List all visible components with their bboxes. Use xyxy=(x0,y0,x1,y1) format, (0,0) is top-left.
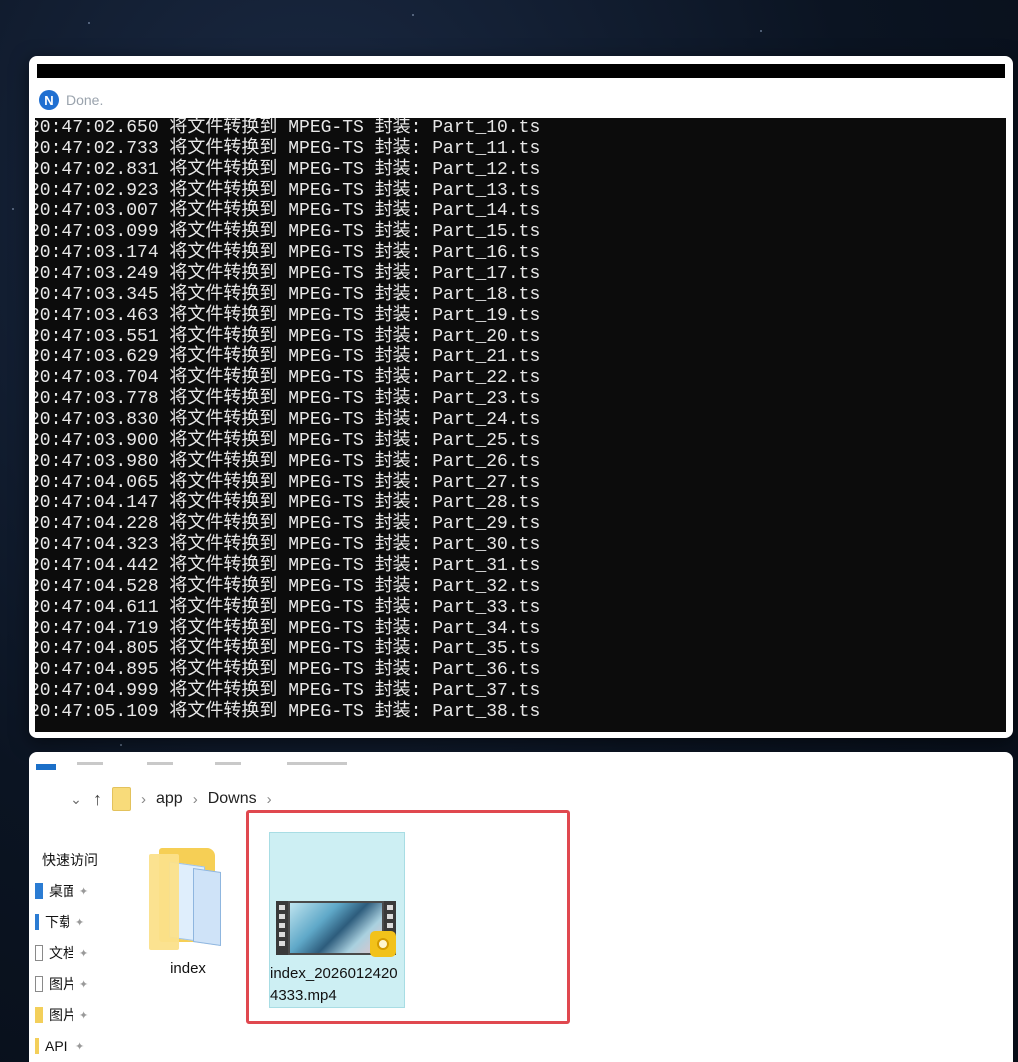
sidebar-item-desktop[interactable]: 桌面 ✦ xyxy=(35,880,88,902)
log-line: 20:47:02.923 将文件转换到 MPEG-TS 封装: Part_13.… xyxy=(35,180,541,201)
log-line: 20:47:04.442 将文件转换到 MPEG-TS 封装: Part_31.… xyxy=(35,556,541,577)
log-line: 20:47:03.174 将文件转换到 MPEG-TS 封装: Part_16.… xyxy=(35,243,541,264)
sidebar-item-label: 图片 xyxy=(49,1007,73,1023)
console-window[interactable]: N Done. 20:47:02.650 将文件转换到 MPEG-TS 封装: … xyxy=(29,56,1013,738)
log-line: 20:47:03.830 将文件转换到 MPEG-TS 封装: Part_24.… xyxy=(35,410,541,431)
address-bar[interactable]: ⌄ ↑ › app › Downs › xyxy=(69,784,272,814)
file-name: index xyxy=(170,960,206,977)
log-line: 20:47:05.109 将文件转换到 MPEG-TS 封装: Part_38.… xyxy=(35,702,541,723)
log-line: 20:47:04.895 将文件转换到 MPEG-TS 封装: Part_36.… xyxy=(35,660,541,681)
console-titlebar[interactable] xyxy=(37,64,1005,78)
log-line: 20:47:03.629 将文件转换到 MPEG-TS 封装: Part_21.… xyxy=(35,347,541,368)
log-line: 20:47:03.778 将文件转换到 MPEG-TS 封装: Part_23.… xyxy=(35,389,541,410)
log-line: 20:47:02.733 将文件转换到 MPEG-TS 封装: Part_11.… xyxy=(35,138,541,159)
log-line: 20:47:03.463 将文件转换到 MPEG-TS 封装: Part_19.… xyxy=(35,305,541,326)
pin-icon: ✦ xyxy=(79,947,89,960)
log-line: 20:47:04.999 将文件转换到 MPEG-TS 封装: Part_37.… xyxy=(35,681,541,702)
log-list: 20:47:02.650 将文件转换到 MPEG-TS 封装: Part_10.… xyxy=(35,118,540,723)
folder-icon xyxy=(35,1038,39,1054)
folder-item-index[interactable]: index xyxy=(141,840,235,990)
log-line: 20:47:04.228 将文件转换到 MPEG-TS 封装: Part_29.… xyxy=(35,514,541,535)
document-icon xyxy=(35,945,43,961)
log-line: 20:47:03.551 将文件转换到 MPEG-TS 封装: Part_20.… xyxy=(35,326,541,347)
folder-icon xyxy=(147,848,223,950)
log-line: 20:47:04.528 将文件转换到 MPEG-TS 封装: Part_32.… xyxy=(35,576,541,597)
quick-access-heading[interactable]: 快速访问 xyxy=(42,850,100,870)
sidebar-item-api[interactable]: API ✦ xyxy=(35,1035,84,1057)
log-line: 20:47:03.099 将文件转换到 MPEG-TS 封装: Part_15.… xyxy=(35,222,541,243)
breadcrumb-item[interactable]: Downs xyxy=(208,790,257,808)
desktop-icon xyxy=(35,883,43,899)
pictures-icon xyxy=(35,976,43,992)
log-line: 20:47:04.805 将文件转换到 MPEG-TS 封装: Part_35.… xyxy=(35,639,541,660)
log-line: 20:47:02.650 将文件转换到 MPEG-TS 封装: Part_10.… xyxy=(35,118,541,138)
status-text: Done. xyxy=(66,92,104,108)
sidebar-item-label: 桌面 xyxy=(49,883,73,899)
pin-icon: ✦ xyxy=(75,916,85,929)
log-line: 20:47:02.831 将文件转换到 MPEG-TS 封装: Part_12.… xyxy=(35,159,541,180)
folder-icon xyxy=(35,1007,43,1023)
pin-icon: ✦ xyxy=(75,1040,85,1053)
pin-icon: ✦ xyxy=(79,885,89,898)
chevron-right-icon[interactable]: › xyxy=(267,791,272,808)
log-line: 20:47:03.249 将文件转换到 MPEG-TS 封装: Part_17.… xyxy=(35,264,541,285)
sidebar-item-downloads[interactable]: 下载 ✦ xyxy=(35,911,84,933)
explorer-app-icon xyxy=(36,764,56,770)
chevron-down-icon[interactable]: ⌄ xyxy=(69,791,83,808)
sidebar-item-label: API xyxy=(45,1038,68,1054)
ribbon-tab-stub[interactable] xyxy=(215,762,241,765)
log-line: 20:47:03.980 将文件转换到 MPEG-TS 封装: Part_26.… xyxy=(35,451,541,472)
sidebar-item-documents[interactable]: 文档 ✦ xyxy=(35,942,88,964)
sidebar-item-pictures[interactable]: 图片 ✦ xyxy=(35,973,88,995)
log-line: 20:47:03.900 将文件转换到 MPEG-TS 封装: Part_25.… xyxy=(35,430,541,451)
log-line: 20:47:03.007 将文件转换到 MPEG-TS 封装: Part_14.… xyxy=(35,201,541,222)
log-line: 20:47:04.147 将文件转换到 MPEG-TS 封装: Part_28.… xyxy=(35,493,541,514)
ribbon-tab-stub[interactable] xyxy=(287,762,347,765)
log-line: 20:47:04.611 将文件转换到 MPEG-TS 封装: Part_33.… xyxy=(35,597,541,618)
explorer-ribbon xyxy=(29,752,1013,774)
download-icon xyxy=(35,914,39,930)
sidebar-item-label: 图片 xyxy=(49,976,73,992)
console-output[interactable]: 20:47:02.650 将文件转换到 MPEG-TS 封装: Part_10.… xyxy=(35,118,1006,732)
log-line: 20:47:04.065 将文件转换到 MPEG-TS 封装: Part_27.… xyxy=(35,472,541,493)
log-line: 20:47:04.719 将文件转换到 MPEG-TS 封装: Part_34.… xyxy=(35,618,541,639)
breadcrumb-item[interactable]: app xyxy=(156,790,183,808)
highlight-annotation xyxy=(246,810,570,1024)
sidebar-item-label: 文档 xyxy=(49,945,73,961)
status-row: N Done. xyxy=(39,86,103,114)
log-line: 20:47:04.323 将文件转换到 MPEG-TS 封装: Part_30.… xyxy=(35,535,541,556)
app-logo-icon: N xyxy=(39,90,59,110)
folder-icon xyxy=(112,787,131,811)
ribbon-tab-stub[interactable] xyxy=(147,762,173,765)
up-arrow-icon[interactable]: ↑ xyxy=(93,789,102,810)
log-line: 20:47:03.345 将文件转换到 MPEG-TS 封装: Part_18.… xyxy=(35,284,541,305)
log-line: 20:47:03.704 将文件转换到 MPEG-TS 封装: Part_22.… xyxy=(35,368,541,389)
sidebar-item-label: 下载 xyxy=(45,914,69,930)
ribbon-tab-stub[interactable] xyxy=(77,762,103,765)
sidebar-item-pictures-folder[interactable]: 图片 ✦ xyxy=(35,1004,88,1026)
pin-icon: ✦ xyxy=(79,1009,89,1022)
pin-icon: ✦ xyxy=(79,978,89,991)
chevron-right-icon: › xyxy=(141,790,146,808)
chevron-right-icon: › xyxy=(192,790,198,808)
